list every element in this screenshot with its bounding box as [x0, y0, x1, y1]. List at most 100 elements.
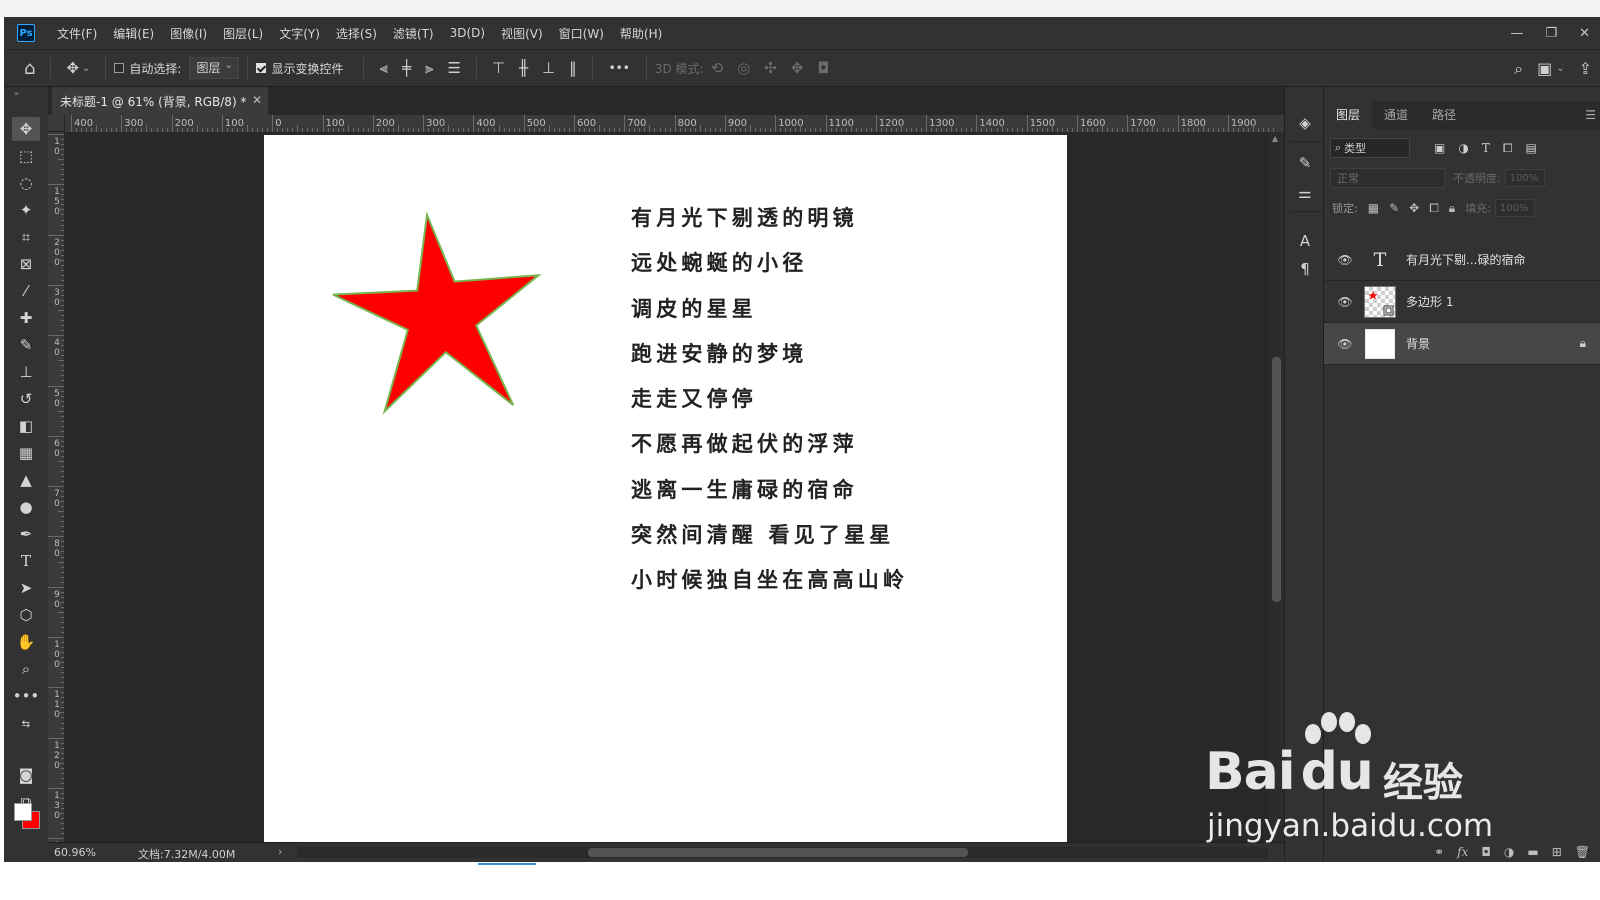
- edit-toolbar-icon[interactable]: •••: [12, 684, 40, 708]
- red-star-shape[interactable]: [330, 210, 542, 422]
- document-tab[interactable]: 未标题-1 @ 61% (背景, RGB/8) * ✕: [52, 87, 268, 115]
- layer-row-polygon[interactable]: 👁︎ 多边形 1: [1324, 281, 1600, 323]
- document-info[interactable]: 文档:7.32M/4.00M: [138, 846, 235, 862]
- menu-edit[interactable]: 编辑(E): [113, 25, 154, 42]
- lock-image-icon[interactable]: ✎: [1389, 201, 1399, 215]
- blend-mode-dropdown[interactable]: 正常: [1330, 168, 1445, 188]
- 3d-roll-icon[interactable]: ◎: [737, 59, 750, 77]
- zoom-level[interactable]: 60.96%: [54, 846, 96, 859]
- share-icon[interactable]: ⇪: [1579, 59, 1592, 78]
- menu-image[interactable]: 图像(I): [170, 25, 207, 42]
- align-top-icon[interactable]: ⊤: [492, 59, 505, 77]
- menu-filter[interactable]: 滤镜(T): [393, 25, 434, 42]
- zoom-tool-icon[interactable]: ⌕: [12, 657, 40, 681]
- visibility-eye-icon[interactable]: 👁︎: [1330, 337, 1360, 351]
- clone-stamp-tool-icon[interactable]: ⊥: [12, 360, 40, 384]
- move-tool-icon[interactable]: ✥: [12, 117, 40, 141]
- menu-view[interactable]: 视图(V): [501, 25, 543, 42]
- more-options-button[interactable]: •••: [609, 61, 630, 75]
- 3d-camera-icon[interactable]: ◘: [817, 59, 829, 77]
- scroll-up-icon[interactable]: ▲: [1272, 134, 1278, 143]
- gradient-tool-icon[interactable]: ▦: [12, 441, 40, 465]
- align-left-icon[interactable]: ⫷: [379, 59, 387, 77]
- shape-tool-icon[interactable]: ⬡: [12, 603, 40, 627]
- layer-row-background[interactable]: 👁︎ 背景 🔒︎: [1324, 323, 1600, 365]
- menu-type[interactable]: 文字(Y): [279, 25, 320, 42]
- tab-paths[interactable]: 路径: [1420, 101, 1468, 129]
- collapse-icon[interactable]: »: [14, 89, 19, 98]
- menu-window[interactable]: 窗口(W): [559, 25, 604, 42]
- layer-row-text[interactable]: 👁︎ T 有月光下剔...碌的宿命: [1324, 239, 1600, 281]
- magic-wand-tool-icon[interactable]: ✦: [12, 198, 40, 222]
- new-layer-icon[interactable]: ⊞: [1552, 845, 1562, 859]
- fx-icon[interactable]: fx: [1457, 845, 1468, 859]
- visibility-eye-icon[interactable]: 👁︎: [1330, 253, 1360, 267]
- quick-mask-icon[interactable]: ◙: [12, 763, 40, 787]
- chevron-down-icon[interactable]: ⌄: [1556, 63, 1564, 74]
- menu-select[interactable]: 选择(S): [336, 25, 377, 42]
- eyedropper-tool-icon[interactable]: ⁄: [12, 279, 40, 303]
- filter-shape-icon[interactable]: ⧠: [1503, 141, 1513, 156]
- visibility-eye-icon[interactable]: 👁︎: [1330, 295, 1360, 309]
- move-tool-icon[interactable]: ✥: [66, 59, 79, 77]
- auto-select-target-dropdown[interactable]: 图层: [189, 55, 240, 79]
- adjustment-layer-icon[interactable]: ◑: [1504, 845, 1514, 859]
- document-canvas[interactable]: 有月光下剔透的明镜 远处蜿蜒的小径 调皮的星星 跑进安静的梦境 走走又停停 不愿…: [264, 135, 1067, 842]
- layer-filter-dropdown[interactable]: ⌕ 类型: [1330, 138, 1410, 158]
- fill-input[interactable]: 100%: [1494, 199, 1535, 217]
- type-tool-icon[interactable]: T: [12, 549, 40, 573]
- blur-tool-icon[interactable]: ▲: [12, 468, 40, 492]
- lock-position-icon[interactable]: ✥: [1409, 201, 1419, 215]
- panel-menu-icon[interactable]: ☰: [1585, 108, 1596, 122]
- filter-smart-object-icon[interactable]: ▤: [1525, 141, 1536, 155]
- 3d-pan-icon[interactable]: ✣: [764, 59, 777, 77]
- filter-pixel-icon[interactable]: ▣: [1434, 141, 1445, 155]
- filter-adjustment-icon[interactable]: ◑: [1458, 141, 1468, 155]
- pen-tool-icon[interactable]: ✒: [12, 522, 40, 546]
- restore-icon[interactable]: ❐: [1545, 26, 1557, 41]
- filter-type-icon[interactable]: T: [1482, 141, 1490, 155]
- align-right-icon[interactable]: ⫸: [425, 59, 433, 77]
- align-center-h-icon[interactable]: ╪: [402, 59, 411, 77]
- healing-brush-tool-icon[interactable]: ✚: [12, 306, 40, 330]
- minimize-icon[interactable]: —: [1510, 26, 1523, 41]
- path-selection-tool-icon[interactable]: ➤: [12, 576, 40, 600]
- horizontal-scroll-thumb[interactable]: [588, 848, 968, 857]
- close-icon[interactable]: ✕: [1579, 26, 1590, 41]
- workspace-icon[interactable]: ▣: [1537, 59, 1552, 78]
- home-icon[interactable]: ⌂: [24, 58, 35, 79]
- align-bottom-icon[interactable]: ⊥: [542, 59, 555, 77]
- show-transform-checkbox[interactable]: [256, 63, 267, 73]
- dodge-tool-icon[interactable]: ●: [12, 495, 40, 519]
- swap-colors-icon[interactable]: ⇆: [12, 712, 40, 736]
- character-icon[interactable]: A: [1293, 229, 1317, 253]
- tab-channels[interactable]: 通道: [1372, 101, 1420, 129]
- lock-artboard-icon[interactable]: ⧠: [1429, 201, 1439, 216]
- canvas-area[interactable]: 有月光下剔透的明镜 远处蜿蜒的小径 调皮的星星 跑进安静的梦境 走走又停停 不愿…: [65, 132, 1269, 842]
- opacity-input[interactable]: 100%: [1504, 169, 1545, 187]
- crop-tool-icon[interactable]: ⌗: [12, 225, 40, 249]
- close-tab-icon[interactable]: ✕: [252, 93, 262, 107]
- align-middle-v-icon[interactable]: ╫: [519, 59, 528, 77]
- tab-layers[interactable]: 图层: [1324, 101, 1373, 129]
- status-menu-arrow[interactable]: ›: [278, 845, 282, 858]
- lock-transparent-icon[interactable]: ▦: [1368, 201, 1379, 215]
- lock-icon[interactable]: 🔒︎: [1580, 336, 1586, 351]
- 3d-orbit-icon[interactable]: ⟲: [711, 59, 724, 77]
- brush-tool-icon[interactable]: ✎: [12, 333, 40, 357]
- menu-3d[interactable]: 3D(D): [450, 26, 485, 40]
- marquee-tool-icon[interactable]: ⬚: [12, 144, 40, 168]
- new-group-icon[interactable]: ▬: [1527, 845, 1538, 859]
- history-brush-tool-icon[interactable]: ↺: [12, 387, 40, 411]
- libraries-icon[interactable]: ◈: [1293, 111, 1317, 135]
- adjustments-icon[interactable]: ⚌: [1293, 181, 1317, 205]
- distribute-v-icon[interactable]: ‖: [569, 59, 577, 77]
- menu-layer[interactable]: 图层(L): [223, 25, 263, 42]
- vertical-scrollbar[interactable]: ▲: [1269, 132, 1284, 842]
- menu-help[interactable]: 帮助(H): [620, 25, 662, 42]
- delete-layer-icon[interactable]: 🗑︎: [1575, 845, 1590, 859]
- menu-file[interactable]: 文件(F): [57, 25, 97, 42]
- 3d-slide-icon[interactable]: ✥: [791, 59, 804, 77]
- horizontal-scrollbar[interactable]: [298, 847, 1268, 858]
- eraser-tool-icon[interactable]: ◧: [12, 414, 40, 438]
